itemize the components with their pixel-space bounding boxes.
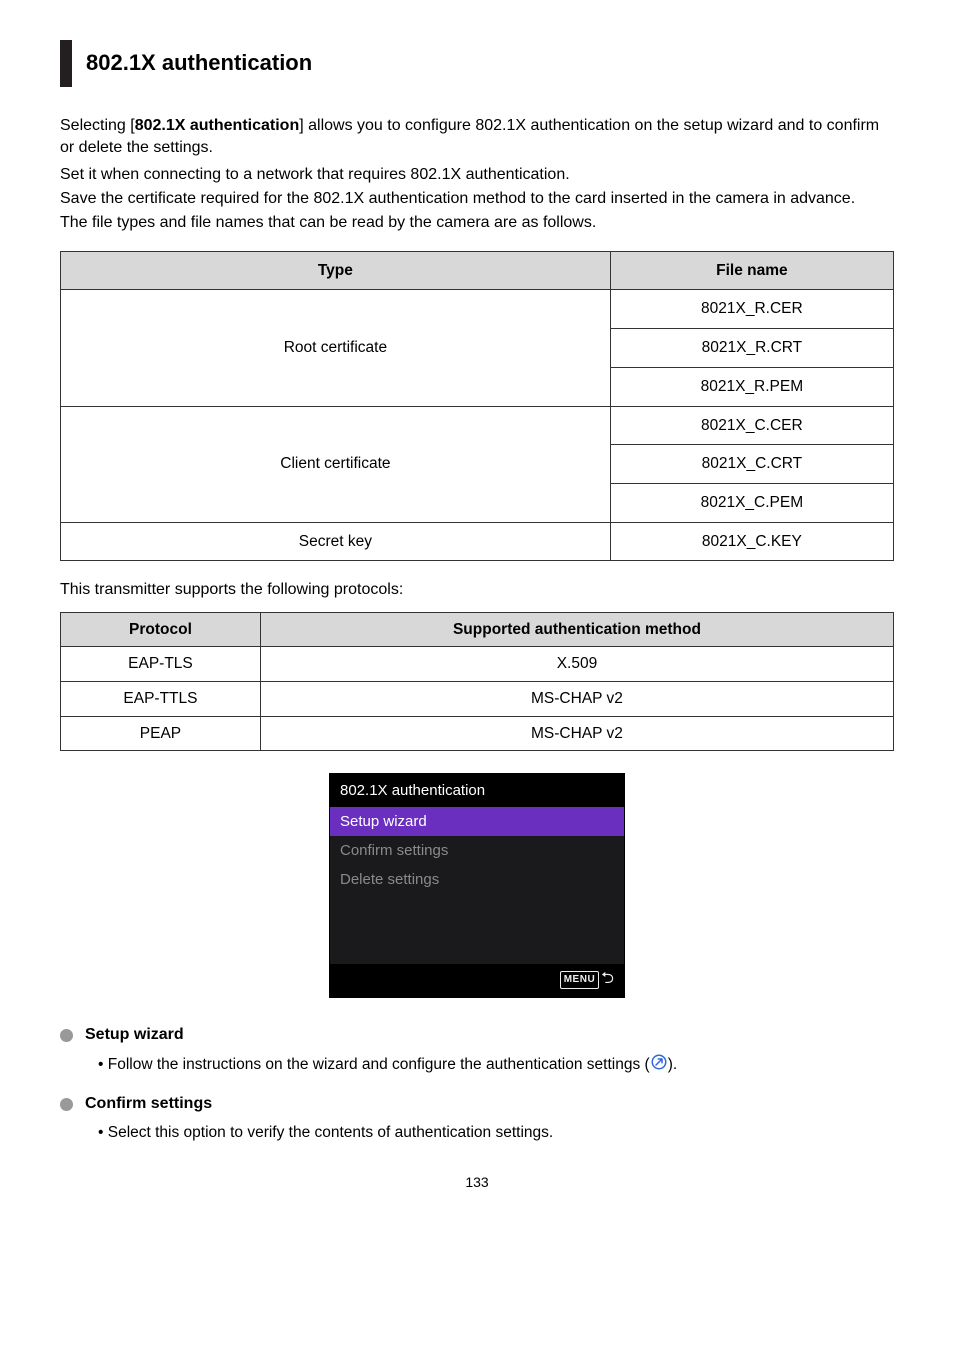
certtable-header-file: File name bbox=[610, 251, 893, 290]
cert-type-root: Root certificate bbox=[61, 290, 611, 406]
table-row: Secret key 8021X_C.KEY bbox=[61, 522, 894, 561]
section-title: 802.1X authentication bbox=[86, 48, 880, 79]
cert-file: 8021X_C.PEM bbox=[610, 483, 893, 522]
cert-type-secret: Secret key bbox=[61, 522, 611, 561]
cert-type-client: Client certificate bbox=[61, 406, 611, 522]
setup-wizard-label: Setup wizard bbox=[85, 1024, 184, 1046]
confirm-settings-heading: Confirm settings bbox=[60, 1093, 894, 1115]
certificate-table: Type File name Root certificate 8021X_R.… bbox=[60, 251, 894, 562]
intro-bold-key: 802.1X authentication bbox=[135, 117, 300, 134]
table-row: PEAP MS-CHAP v2 bbox=[61, 716, 894, 751]
camera-menu-title: 802.1X authentication bbox=[330, 774, 624, 807]
setup-wizard-bullet: • Follow the instructions on the wizard … bbox=[98, 1053, 894, 1076]
bullet-icon bbox=[60, 1029, 73, 1042]
setup-wizard-text-post: ). bbox=[668, 1056, 677, 1073]
intro-line4: The file types and file names that can b… bbox=[60, 212, 894, 234]
certtable-header-type: Type bbox=[61, 251, 611, 290]
back-arrow-icon: ⮌ bbox=[601, 970, 614, 987]
proto-header-method: Supported authentication method bbox=[260, 612, 893, 647]
camera-menu-item-setup-wizard: Setup wizard bbox=[330, 807, 624, 836]
protocol-table: Protocol Supported authentication method… bbox=[60, 612, 894, 752]
proto-name: EAP-TTLS bbox=[61, 682, 261, 717]
proto-method: MS-CHAP v2 bbox=[260, 682, 893, 717]
intro-text: Selecting [802.1X authentication] allows… bbox=[60, 115, 894, 235]
confirm-settings-label: Confirm settings bbox=[85, 1093, 212, 1115]
page-number: 133 bbox=[60, 1173, 894, 1193]
camera-menu-footer: MENU⮌ bbox=[330, 964, 624, 997]
camera-menu-screenshot: 802.1X authentication Setup wizard Confi… bbox=[329, 773, 625, 998]
link-icon bbox=[650, 1053, 668, 1071]
setup-wizard-text-pre: Follow the instructions on the wizard an… bbox=[108, 1056, 650, 1073]
cert-file: 8021X_C.KEY bbox=[610, 522, 893, 561]
transmitter-line: This transmitter supports the following … bbox=[60, 579, 894, 601]
proto-name: EAP-TLS bbox=[61, 647, 261, 682]
proto-method: X.509 bbox=[260, 647, 893, 682]
intro-line3: Save the certificate required for the 80… bbox=[60, 188, 894, 210]
confirm-settings-bullet: • Select this option to verify the conte… bbox=[98, 1122, 894, 1144]
camera-menu-button-label: MENU bbox=[560, 971, 599, 989]
cert-file: 8021X_R.PEM bbox=[610, 367, 893, 406]
proto-header-protocol: Protocol bbox=[61, 612, 261, 647]
table-row: Client certificate 8021X_C.CER bbox=[61, 406, 894, 445]
setup-wizard-heading: Setup wizard bbox=[60, 1024, 894, 1046]
camera-menu-spacer bbox=[330, 894, 624, 964]
cert-file: 8021X_C.CER bbox=[610, 406, 893, 445]
table-row: Root certificate 8021X_R.CER bbox=[61, 290, 894, 329]
cert-file: 8021X_R.CRT bbox=[610, 329, 893, 368]
confirm-settings-text: Select this option to verify the content… bbox=[108, 1124, 553, 1141]
cert-file: 8021X_C.CRT bbox=[610, 445, 893, 484]
camera-menu-item-confirm-settings: Confirm settings bbox=[330, 836, 624, 865]
intro-line2: Set it when connecting to a network that… bbox=[60, 164, 894, 186]
intro-prefix: Selecting [ bbox=[60, 117, 135, 134]
section-title-bar: 802.1X authentication bbox=[60, 40, 894, 87]
table-row: EAP-TLS X.509 bbox=[61, 647, 894, 682]
proto-method: MS-CHAP v2 bbox=[260, 716, 893, 751]
table-row: EAP-TTLS MS-CHAP v2 bbox=[61, 682, 894, 717]
cert-file: 8021X_R.CER bbox=[610, 290, 893, 329]
camera-menu-item-delete-settings: Delete settings bbox=[330, 865, 624, 894]
setup-wizard-link[interactable] bbox=[650, 1056, 668, 1073]
bullet-icon bbox=[60, 1098, 73, 1111]
proto-name: PEAP bbox=[61, 716, 261, 751]
